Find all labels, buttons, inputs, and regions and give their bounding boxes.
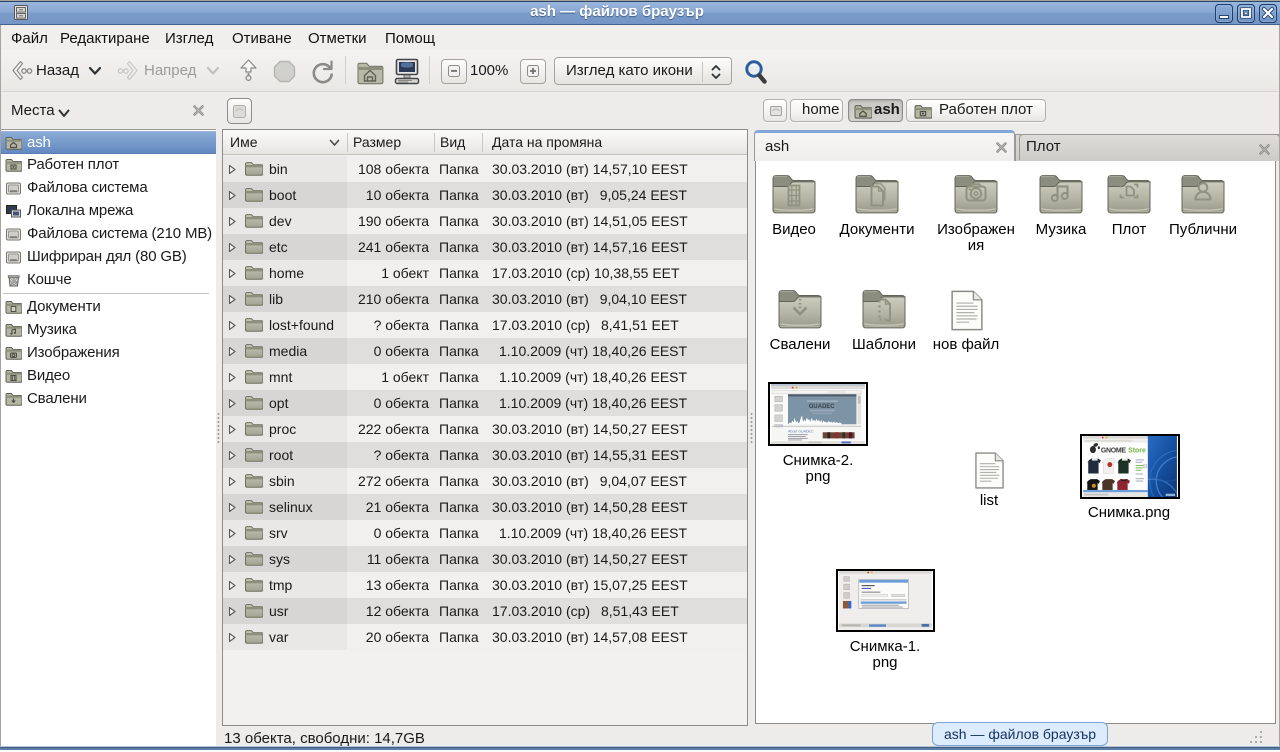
svg-text:About GUADEC: About GUADEC bbox=[788, 429, 814, 433]
svg-text:GUADEC: GUADEC bbox=[809, 404, 836, 410]
svg-text:GNOME: GNOME bbox=[1101, 447, 1126, 454]
svg-text:Store: Store bbox=[1128, 447, 1146, 454]
